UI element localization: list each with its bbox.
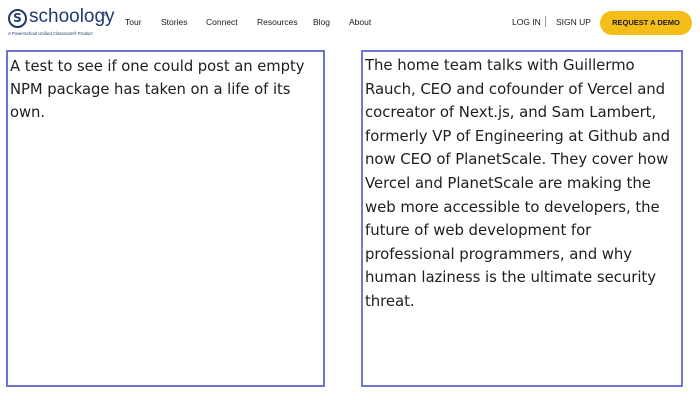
nav-link-stories[interactable]: Stories [161, 17, 187, 27]
nav-divider [545, 16, 546, 27]
right-panel-text: The home team talks with Guillermo Rauch… [365, 56, 671, 310]
logo-trademark: ® [103, 12, 107, 18]
nav-link-connect[interactable]: Connect [206, 17, 238, 27]
request-demo-button[interactable]: REQUEST A DEMO [600, 11, 692, 35]
logo-wordmark: schoology [29, 6, 115, 27]
nav-link-resources[interactable]: Resources [257, 17, 298, 27]
schoology-logo[interactable]: S schoology ® A PowerSchool Unified Clas… [8, 6, 118, 39]
left-panel-text: A test to see if one could post an empty… [10, 58, 305, 121]
logo-subtitle: A PowerSchool Unified Classroom® Product [8, 31, 93, 36]
schoology-logo-icon: S [8, 9, 27, 28]
nav-link-tour[interactable]: Tour [125, 17, 142, 27]
right-text-panel: The home team talks with Guillermo Rauch… [361, 50, 683, 387]
left-text-panel: A test to see if one could post an empty… [6, 50, 325, 387]
login-link[interactable]: LOG IN [512, 17, 541, 27]
top-navigation-bar: S schoology ® A PowerSchool Unified Clas… [0, 0, 700, 44]
signup-link[interactable]: SIGN UP [556, 17, 591, 27]
nav-link-about[interactable]: About [349, 17, 371, 27]
nav-link-blog[interactable]: Blog [313, 17, 330, 27]
